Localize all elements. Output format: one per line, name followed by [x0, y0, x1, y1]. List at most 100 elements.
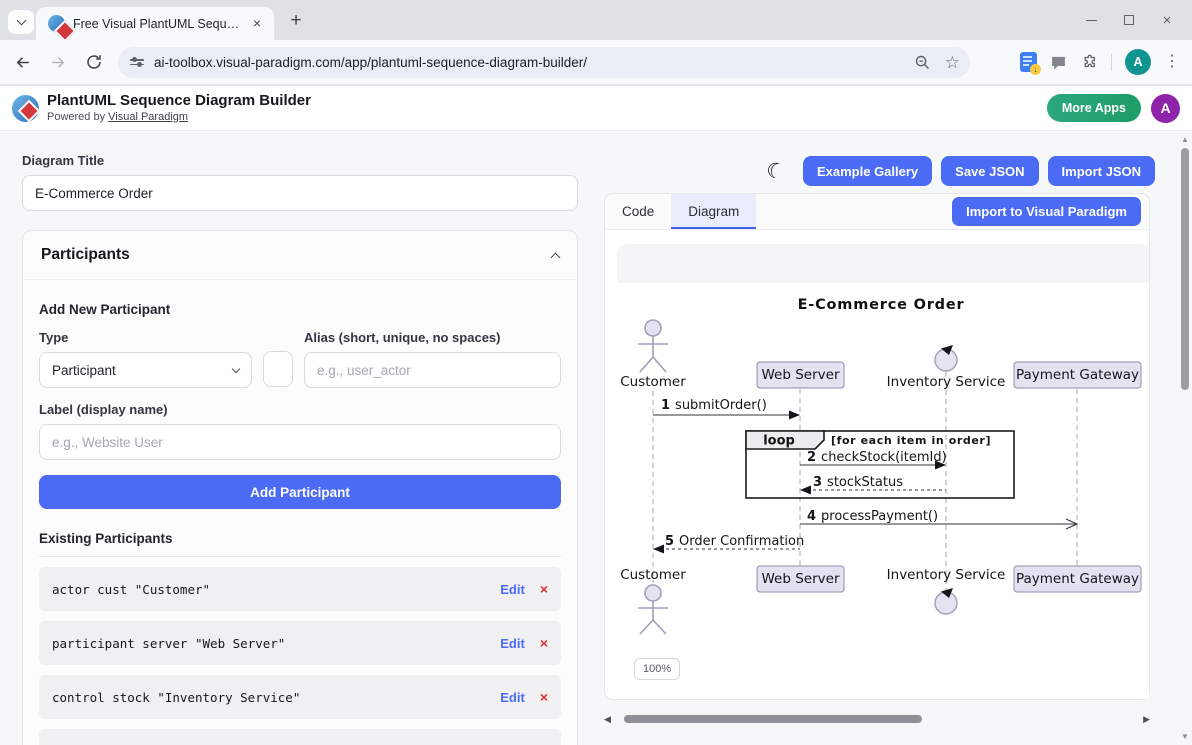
- participants-title: Participants: [41, 246, 130, 264]
- participant-row: participant server "Web Server" Edit ×: [39, 621, 561, 665]
- browser-profile-avatar[interactable]: A: [1125, 49, 1151, 75]
- zoom-level-badge[interactable]: 100%: [634, 658, 680, 680]
- participant-label: Inventory Service: [887, 374, 1006, 390]
- arrowhead: [800, 486, 811, 495]
- scroll-down-icon[interactable]: ▼: [1181, 732, 1189, 741]
- reload-icon: [85, 53, 103, 71]
- app-title: PlantUML Sequence Diagram Builder: [47, 92, 311, 111]
- tab-diagram[interactable]: Diagram: [671, 194, 756, 229]
- participants-card: Participants Add New Participant Type Pa…: [22, 230, 578, 745]
- delete-participant-icon[interactable]: ×: [540, 581, 548, 597]
- vertical-scrollbar[interactable]: ▲ ▼: [1180, 131, 1191, 745]
- url-text: ai-toolbox.visual-paradigm.com/app/plant…: [154, 55, 587, 70]
- mini-input-box[interactable]: [263, 351, 293, 387]
- browser-tab[interactable]: Free Visual PlantUML Sequence ×: [36, 7, 274, 40]
- close-button[interactable]: ×: [1148, 5, 1186, 35]
- participant-label: Customer: [620, 567, 686, 583]
- display-name-input[interactable]: [39, 424, 561, 460]
- comment-icon[interactable]: [1050, 54, 1067, 71]
- tab-search-button[interactable]: [8, 10, 34, 34]
- page-content: Diagram Title Participants Add New Parti…: [0, 131, 1192, 745]
- edit-participant-link[interactable]: Edit: [500, 636, 525, 651]
- control-inventory-bottom: [935, 588, 957, 614]
- horizontal-scrollbar-track[interactable]: [615, 714, 1139, 724]
- participant-code: actor cust "Customer": [52, 582, 210, 597]
- import-to-visual-paradigm-button[interactable]: Import to Visual Paradigm: [952, 197, 1141, 226]
- type-select[interactable]: Participant: [39, 352, 252, 388]
- participants-card-header[interactable]: Participants: [23, 231, 577, 280]
- participant-label: Customer: [620, 374, 686, 390]
- new-tab-button[interactable]: +: [284, 9, 308, 33]
- minimize-button[interactable]: [1072, 5, 1110, 35]
- delete-participant-icon[interactable]: ×: [540, 689, 548, 705]
- zoom-out-icon[interactable]: [914, 54, 931, 71]
- alias-input[interactable]: [304, 352, 561, 388]
- example-gallery-button[interactable]: Example Gallery: [803, 156, 932, 186]
- delete-participant-icon[interactable]: ×: [540, 635, 548, 651]
- forward-button[interactable]: [44, 48, 72, 76]
- browser-titlebar: Free Visual PlantUML Sequence × + ×: [0, 0, 1192, 40]
- dark-mode-toggle-icon[interactable]: ☾: [763, 156, 788, 185]
- back-icon: [13, 53, 32, 72]
- message-label: 4processPayment(): [807, 509, 938, 524]
- diagram-viewport[interactable]: E-Commerce Order: [605, 230, 1149, 699]
- edit-participant-link[interactable]: Edit: [500, 582, 525, 597]
- participant-label: Payment Gateway: [1016, 367, 1139, 383]
- message-label: 2checkStock(itemId): [807, 450, 947, 465]
- site-settings-icon[interactable]: [130, 59, 144, 65]
- horizontal-scrollbar[interactable]: ◀ ▶: [604, 712, 1150, 726]
- forward-icon: [49, 53, 68, 72]
- diagram-panel-card: Code Diagram Import to Visual Paradigm E…: [604, 193, 1150, 700]
- participant-row: actor cust "Customer" Edit ×: [39, 567, 561, 611]
- maximize-button[interactable]: [1110, 5, 1148, 35]
- extension-doc-icon[interactable]: ↓: [1020, 52, 1037, 72]
- edit-participant-link[interactable]: Edit: [500, 690, 525, 705]
- tab-title: Free Visual PlantUML Sequence: [73, 17, 241, 31]
- extensions-puzzle-icon[interactable]: [1080, 53, 1098, 71]
- actor-customer-bottom: [638, 585, 668, 634]
- chevron-down-icon: [16, 16, 26, 26]
- url-bar[interactable]: ai-toolbox.visual-paradigm.com/app/plant…: [118, 47, 970, 78]
- toolbar-divider: [1111, 54, 1112, 71]
- loop-condition: [for each item in order]: [831, 434, 991, 447]
- participant-label: Payment Gateway: [1016, 571, 1139, 587]
- browser-menu-icon[interactable]: ⋮: [1164, 54, 1180, 70]
- participant-label: Web Server: [762, 571, 840, 587]
- tab-close-icon[interactable]: ×: [248, 15, 266, 33]
- message-label: 5Order Confirmation: [665, 534, 804, 549]
- scroll-up-icon[interactable]: ▲: [1181, 135, 1189, 144]
- reload-button[interactable]: [80, 48, 108, 76]
- add-new-participant-heading: Add New Participant: [39, 302, 561, 317]
- scroll-left-icon[interactable]: ◀: [604, 715, 611, 724]
- back-button[interactable]: [8, 48, 36, 76]
- participant-label: Web Server: [762, 367, 840, 383]
- type-label: Type: [39, 330, 252, 345]
- arrowhead: [653, 545, 664, 554]
- display-name-label: Label (display name): [39, 402, 561, 417]
- powered-by: Powered by Visual Paradigm: [47, 111, 311, 125]
- minimize-icon: [1086, 20, 1097, 21]
- participant-label: Inventory Service: [887, 567, 1006, 583]
- preview-tabs: Code Diagram Import to Visual Paradigm: [605, 194, 1149, 230]
- diagram-title: E-Commerce Order: [798, 297, 965, 313]
- chevron-up-icon[interactable]: [551, 252, 561, 262]
- extension-badge: ↓: [1030, 64, 1041, 75]
- control-inventory-top: [935, 345, 957, 371]
- diagram-title-input[interactable]: [22, 175, 578, 211]
- more-apps-button[interactable]: More Apps: [1047, 94, 1141, 122]
- visual-paradigm-link[interactable]: Visual Paradigm: [108, 111, 188, 123]
- vertical-scrollbar-thumb[interactable]: [1181, 148, 1189, 390]
- save-json-button[interactable]: Save JSON: [941, 156, 1038, 186]
- user-avatar[interactable]: A: [1151, 94, 1180, 123]
- powered-by-prefix: Powered by: [47, 111, 105, 123]
- chevron-down-icon: [232, 364, 240, 372]
- tab-code[interactable]: Code: [605, 194, 671, 229]
- existing-participants-heading: Existing Participants: [39, 531, 561, 557]
- window-controls: ×: [1072, 0, 1186, 40]
- sequence-diagram: E-Commerce Order: [617, 283, 1149, 636]
- horizontal-scrollbar-thumb[interactable]: [624, 715, 922, 723]
- bookmark-star-icon[interactable]: ☆: [945, 54, 960, 71]
- scroll-right-icon[interactable]: ▶: [1143, 715, 1150, 724]
- add-participant-button[interactable]: Add Participant: [39, 475, 561, 509]
- import-json-button[interactable]: Import JSON: [1048, 156, 1155, 186]
